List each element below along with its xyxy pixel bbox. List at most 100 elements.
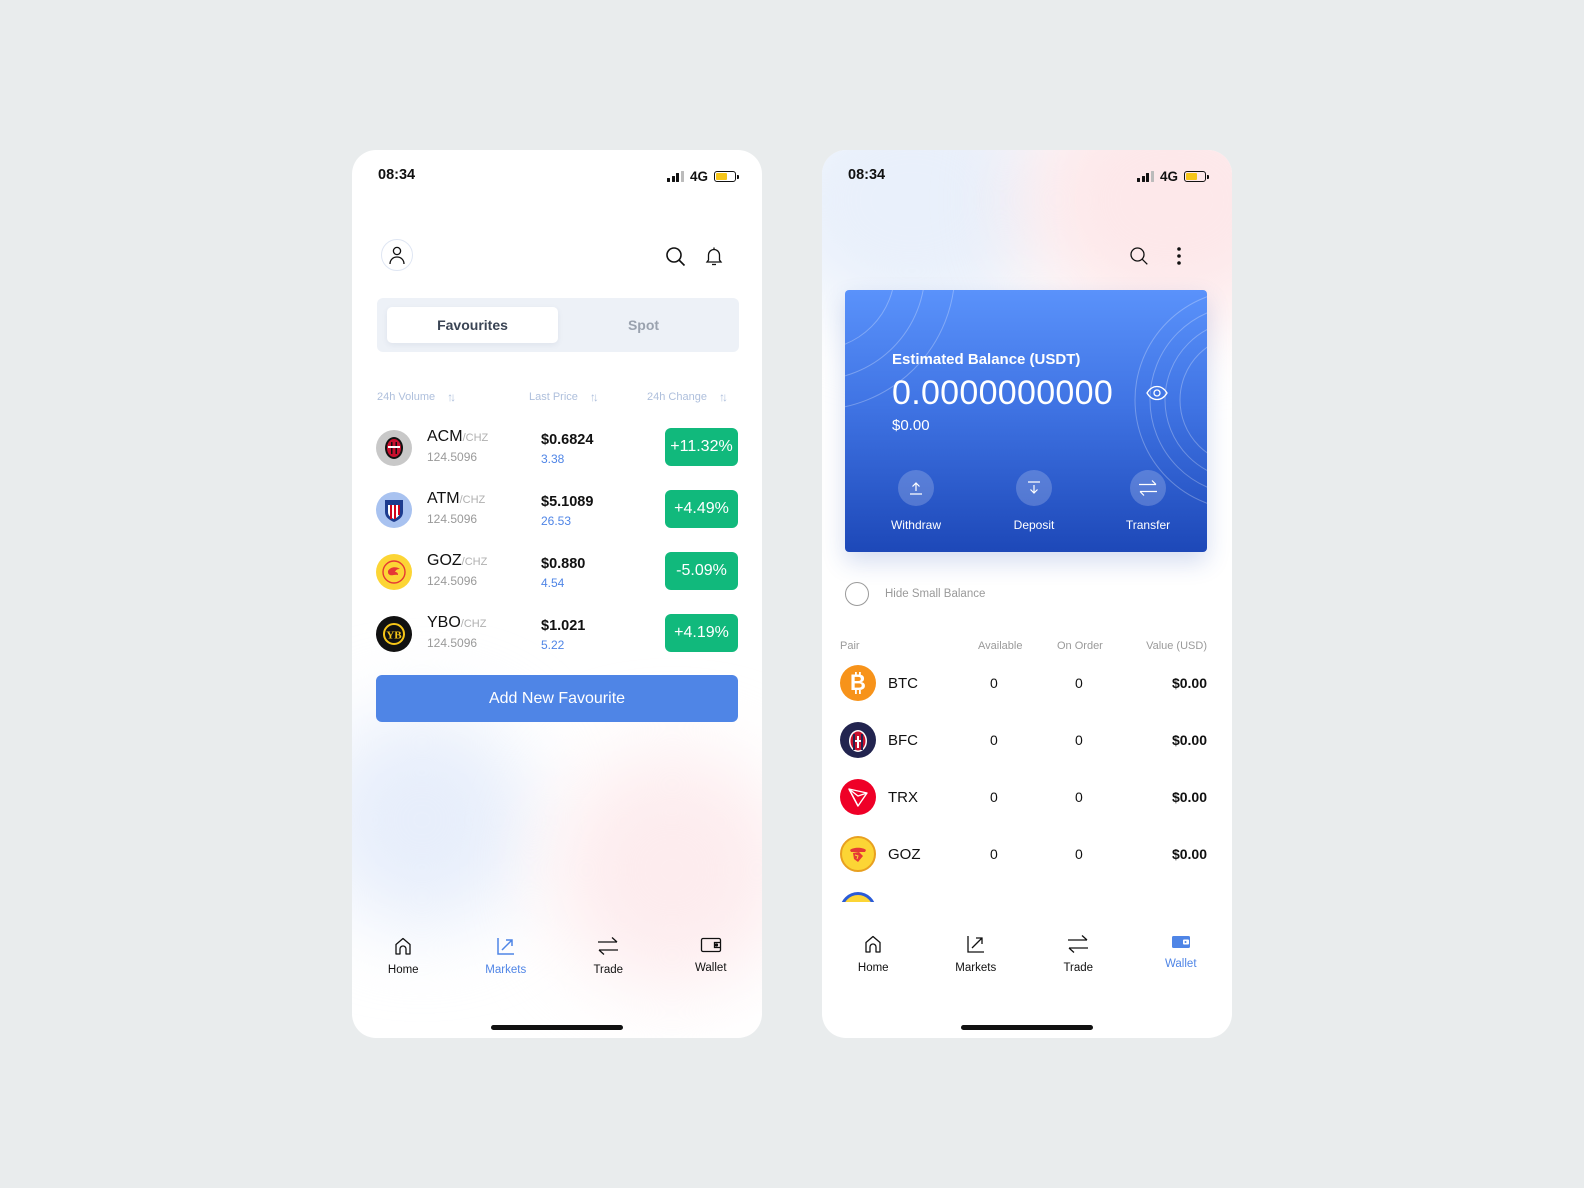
tab-home[interactable]: Home	[822, 934, 925, 984]
search-button[interactable]	[663, 244, 687, 268]
trade-icon	[598, 937, 619, 955]
coin-symbol: BFC	[888, 732, 918, 749]
column-label: 24h Change	[647, 391, 707, 403]
coin-volume: 124.5096	[427, 574, 478, 588]
tab-label: Home	[857, 962, 889, 974]
withdraw-button[interactable]: Withdraw	[876, 470, 956, 532]
tab-label: Trade	[1063, 962, 1094, 974]
balance-title: Estimated Balance (USDT)	[892, 351, 1081, 368]
column-label: Last Price	[529, 391, 578, 403]
on-order-value: 0	[1075, 846, 1083, 862]
coin-volume: 124.5096	[427, 512, 478, 526]
wallet-row-trx[interactable]: TRX 0 0 $0.00	[840, 779, 1207, 815]
sort-24h-volume[interactable]: 24h Volume ↑↓	[377, 390, 456, 404]
home-indicator[interactable]	[961, 1025, 1093, 1030]
status-time: 08:34	[848, 167, 886, 183]
toggle-visibility-button[interactable]	[1146, 385, 1168, 401]
sort-icon: ↑↓	[718, 390, 728, 404]
favourite-row-acm[interactable]: ACM/CHZ 124.5096 $0.6824 3.38 +11.32%	[376, 428, 738, 468]
wallet-row-goz[interactable]: GOZ 0 0 $0.00	[840, 836, 1207, 872]
home-icon	[865, 935, 881, 953]
tab-label: Wallet	[694, 962, 727, 974]
header-pair: Pair	[840, 640, 860, 652]
deposit-button[interactable]: Deposit	[994, 470, 1074, 532]
more-options-button[interactable]	[1167, 244, 1191, 268]
on-order-value: 0	[1075, 789, 1083, 805]
upload-icon	[910, 482, 922, 495]
hide-small-balance-toggle[interactable]: Hide Small Balance	[845, 582, 985, 606]
tab-label: Wallet	[1164, 958, 1197, 970]
coin-quote: /CHZ	[462, 432, 489, 444]
coin-quote: /CHZ	[460, 618, 487, 630]
tab-trade[interactable]: Trade	[1027, 934, 1130, 984]
available-value: 0	[990, 846, 998, 862]
tab-wallet[interactable]: Wallet	[660, 936, 763, 986]
tab-label: Markets	[485, 964, 527, 976]
sort-24h-change[interactable]: 24h Change ↑↓	[647, 390, 728, 404]
goz-logo-icon	[376, 554, 412, 590]
favourite-row-ybo[interactable]: YB YBO/CHZ 124.5096 $1.021 5.22 +4.19%	[376, 614, 738, 654]
search-button[interactable]	[1127, 244, 1151, 268]
network-type: 4G	[689, 169, 708, 184]
svg-text:B: B	[850, 671, 866, 695]
tab-home[interactable]: Home	[352, 936, 455, 986]
tab-spot[interactable]: Spot	[558, 307, 729, 343]
signal-icon	[1137, 171, 1154, 182]
coin-logo-icon	[840, 892, 876, 902]
coin-price: $0.6824	[541, 432, 594, 448]
change-badge[interactable]: +11.32%	[665, 428, 738, 466]
tab-markets[interactable]: Markets	[925, 934, 1028, 984]
column-label: 24h Volume	[377, 391, 436, 403]
column-headers: 24h Volume ↑↓ Last Price ↑↓ 24h Change ↑…	[377, 390, 742, 406]
tab-label: Home	[387, 964, 419, 976]
coin-symbol: GOZ	[427, 552, 462, 569]
hide-small-balance-radio[interactable]	[845, 582, 869, 606]
transfer-button[interactable]: Transfer	[1108, 470, 1188, 532]
background-blob	[352, 710, 532, 930]
market-segmented-control: Favourites Spot	[377, 298, 739, 352]
balance-card: Estimated Balance (USDT) 0.0000000000 $0…	[845, 290, 1207, 552]
wallet-screen: 08:34 4G Estimated Balance (USDT) 0.0000…	[822, 150, 1232, 1038]
change-badge[interactable]: -5.09%	[665, 552, 738, 590]
ybo-logo-icon: YB	[376, 616, 412, 652]
atm-logo-icon	[376, 492, 412, 528]
coin-price-sub: 5.22	[541, 638, 565, 652]
bfc-logo-icon	[840, 722, 876, 758]
usd-value: $0.00	[1171, 789, 1207, 805]
usd-value: $0.00	[1171, 846, 1207, 862]
search-icon	[665, 246, 685, 266]
coin-symbol: ATM	[427, 490, 460, 507]
action-label: Transfer	[1125, 518, 1171, 532]
header-value: Value (USD)	[1146, 640, 1207, 652]
tab-wallet[interactable]: Wallet	[1130, 934, 1233, 984]
coin-price: $0.880	[541, 556, 586, 572]
change-badge[interactable]: +4.19%	[665, 614, 738, 652]
bottom-tab-bar: Home Markets Trade Wallet	[352, 936, 762, 986]
tab-trade[interactable]: Trade	[557, 936, 660, 986]
favourite-row-atm[interactable]: ATM/CHZ 124.5096 $5.1089 26.53 +4.49%	[376, 490, 738, 530]
coin-price-sub: 26.53	[541, 514, 572, 528]
profile-button[interactable]	[381, 239, 413, 271]
download-icon	[1028, 481, 1040, 494]
balance-usd: $0.00	[892, 417, 930, 434]
on-order-value: 0	[1075, 732, 1083, 748]
coin-quote: /CHZ	[459, 494, 486, 506]
user-icon	[389, 246, 405, 265]
available-value: 0	[990, 675, 998, 691]
wallet-row-btc[interactable]: B BTC 0 0 $0.00	[840, 665, 1207, 701]
sort-last-price[interactable]: Last Price ↑↓	[529, 390, 599, 404]
favourite-row-goz[interactable]: GOZ/CHZ 124.5096 $0.880 4.54 -5.09%	[376, 552, 738, 592]
usd-value: $0.00	[1171, 675, 1207, 691]
bell-icon	[705, 247, 723, 266]
notifications-button[interactable]	[702, 244, 726, 268]
change-badge[interactable]: +4.49%	[665, 490, 738, 528]
tab-markets[interactable]: Markets	[455, 936, 558, 986]
tab-favourites[interactable]: Favourites	[387, 307, 558, 343]
usd-value: $0.00	[1171, 732, 1207, 748]
wallet-row-bfc[interactable]: BFC 0 0 $0.00	[840, 722, 1207, 758]
action-label: Withdraw	[890, 518, 941, 532]
coin-volume: 124.5096	[427, 450, 478, 464]
home-indicator[interactable]	[491, 1025, 623, 1030]
add-new-favourite-button[interactable]: Add New Favourite	[376, 675, 738, 722]
hide-small-balance-label: Hide Small Balance	[885, 588, 986, 600]
